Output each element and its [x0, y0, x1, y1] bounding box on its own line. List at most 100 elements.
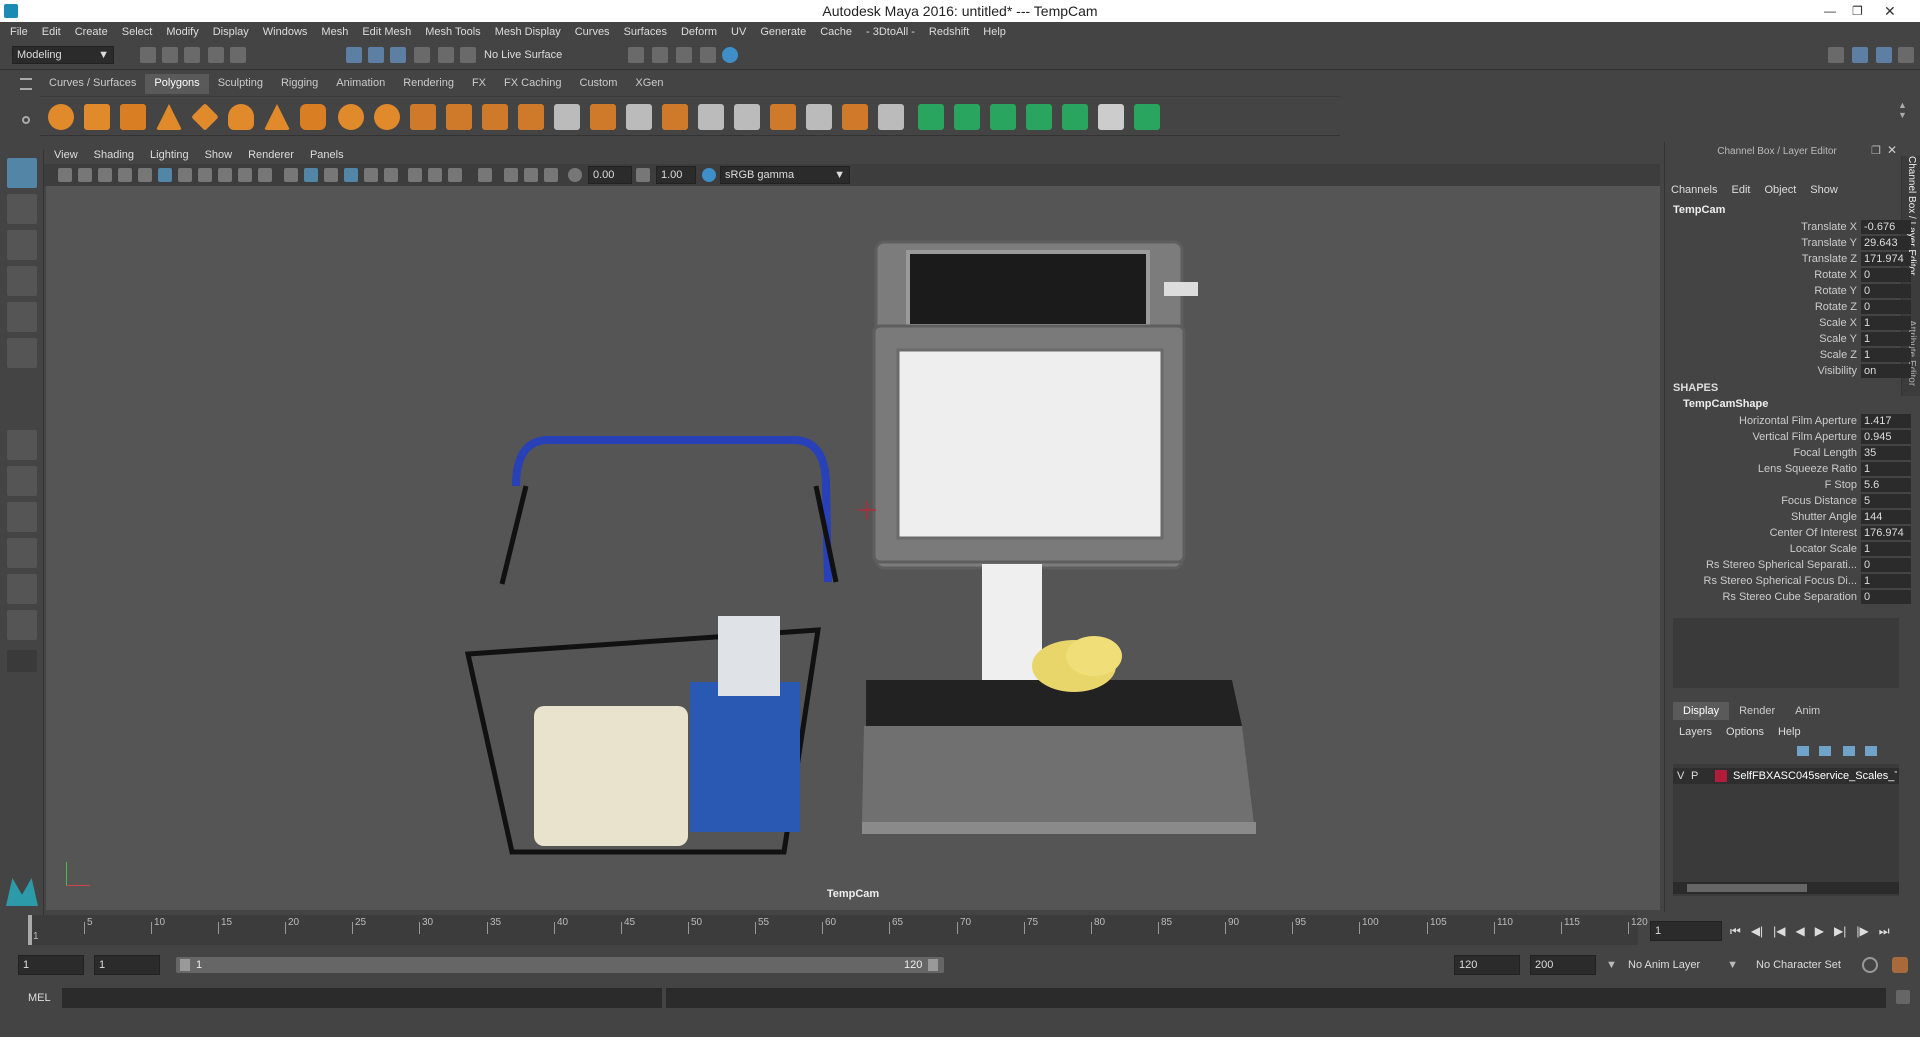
play-forwards-icon[interactable]: ▶ — [1815, 924, 1824, 939]
shelf-settings-icon[interactable] — [22, 116, 30, 124]
animation-end-field[interactable]: 200 — [1530, 955, 1596, 975]
save-scene-icon[interactable] — [184, 47, 200, 63]
attr-value-horizontal-film-aperture[interactable]: 1.417 — [1861, 414, 1911, 428]
move-tool-icon[interactable] — [7, 266, 37, 296]
layer-menu-help[interactable]: Help — [1778, 726, 1801, 738]
attr-value-scale-z[interactable]: 1 — [1861, 348, 1911, 362]
current-frame-field[interactable]: 1 — [1650, 921, 1722, 941]
menu-file[interactable]: File — [10, 26, 28, 38]
poly-cube-icon[interactable] — [84, 104, 110, 130]
range-slider[interactable]: 1 120 — [176, 957, 944, 973]
lasso-tool-icon[interactable] — [7, 194, 37, 224]
menu-curves[interactable]: Curves — [575, 26, 610, 38]
snap-grid-icon[interactable] — [414, 47, 430, 63]
uv-layout-icon[interactable] — [954, 104, 980, 130]
character-set-dropdown[interactable]: No Character Set — [1752, 955, 1880, 975]
persp-outliner-layout-icon[interactable] — [7, 502, 37, 532]
layer-color-swatch[interactable] — [1715, 770, 1727, 782]
motion-blur-icon[interactable] — [428, 168, 442, 182]
vp-menu-lighting[interactable]: Lighting — [150, 149, 189, 161]
smooth-shade-icon[interactable] — [304, 168, 318, 182]
anti-aliasing-icon[interactable] — [448, 168, 462, 182]
menu-mesh[interactable]: Mesh — [321, 26, 348, 38]
persp-hypershade-layout-icon[interactable] — [7, 574, 37, 604]
gamma-field[interactable]: 1.00 — [656, 166, 696, 184]
merge-icon[interactable] — [662, 104, 688, 130]
exposure-icon[interactable] — [568, 168, 582, 182]
textured-icon[interactable] — [344, 168, 358, 182]
mode-dropdown[interactable]: Modeling ▼ — [12, 46, 114, 64]
tab-custom[interactable]: Custom — [571, 74, 627, 94]
menu-deform[interactable]: Deform — [681, 26, 717, 38]
attribute-editor-toggle-icon[interactable] — [1852, 47, 1868, 63]
layer-menu-options[interactable]: Options — [1726, 726, 1764, 738]
bridge-icon[interactable] — [554, 104, 580, 130]
float-panel-icon[interactable]: ❐ — [1871, 144, 1881, 157]
attr-value-shutter-angle[interactable]: 144 — [1861, 510, 1911, 524]
uv-move-sew-icon[interactable] — [1062, 104, 1088, 130]
shelf-menu-icon[interactable] — [20, 78, 32, 90]
restore-icon[interactable]: ❐ — [1852, 0, 1863, 22]
attr-value-rotate-y[interactable]: 0 — [1861, 284, 1911, 298]
cb-menu-channels[interactable]: Channels — [1671, 184, 1717, 196]
chevron-down-icon[interactable]: ▼ — [1606, 959, 1617, 971]
smooth-icon[interactable] — [446, 104, 472, 130]
ambient-occlusion-icon[interactable] — [408, 168, 422, 182]
cb-menu-object[interactable]: Object — [1764, 184, 1796, 196]
go-to-end-icon[interactable]: ⏭ — [1879, 924, 1890, 939]
safe-action-icon[interactable] — [258, 168, 272, 182]
layer-menu-layers[interactable]: Layers — [1679, 726, 1712, 738]
vp-menu-shading[interactable]: Shading — [94, 149, 134, 161]
multi-cut-icon[interactable] — [626, 104, 652, 130]
select-by-hierarchy-icon[interactable] — [346, 47, 362, 63]
attr-value-visibility[interactable]: on — [1861, 364, 1911, 378]
menu-modify[interactable]: Modify — [166, 26, 198, 38]
menu-display[interactable]: Display — [213, 26, 249, 38]
vp-menu-panels[interactable]: Panels — [310, 149, 344, 161]
playback-end-field[interactable]: 120 — [1454, 955, 1520, 975]
menu-mesh-tools[interactable]: Mesh Tools — [425, 26, 480, 38]
bookmark-icon[interactable] — [98, 168, 112, 182]
step-back-key-icon[interactable]: ◀| — [1751, 924, 1763, 939]
auto-key-icon[interactable] — [1862, 957, 1878, 973]
minimize-icon[interactable]: — — [1824, 0, 1836, 22]
uv-checker-icon[interactable] — [1098, 104, 1124, 130]
uv-cut-icon[interactable] — [990, 104, 1016, 130]
select-by-object-icon[interactable] — [368, 47, 384, 63]
tab-fx-caching[interactable]: FX Caching — [495, 74, 570, 94]
paint-select-tool-icon[interactable] — [7, 230, 37, 260]
grid-icon[interactable] — [158, 168, 172, 182]
attr-value-vertical-film-aperture[interactable]: 0.945 — [1861, 430, 1911, 444]
2d-pan-zoom-icon[interactable] — [138, 168, 152, 182]
time-slider[interactable]: 1 5 10 15 20 25 30 35 40 45 50 55 60 65 70 75 80 85 90 95 1… — [0, 915, 1920, 949]
tab-animation[interactable]: Animation — [327, 74, 394, 94]
render-settings-icon[interactable] — [700, 47, 716, 63]
attr-value-rs-stereo-spherical-focus[interactable]: 1 — [1861, 574, 1911, 588]
attr-value-translate-y[interactable]: 29.643 — [1861, 236, 1911, 250]
playback-start-field[interactable]: 1 — [94, 955, 160, 975]
automatic-mapping-icon[interactable] — [842, 104, 868, 130]
command-input[interactable] — [62, 988, 662, 1008]
shadows-icon[interactable] — [384, 168, 398, 182]
menu-generate[interactable]: Generate — [760, 26, 806, 38]
uv-normalize-icon[interactable] — [1134, 104, 1160, 130]
tab-rendering[interactable]: Rendering — [394, 74, 463, 94]
poly-pipe-icon[interactable] — [300, 104, 326, 130]
redo-icon[interactable] — [230, 47, 246, 63]
tab-rigging[interactable]: Rigging — [272, 74, 327, 94]
layer-playback-toggle[interactable]: P — [1691, 770, 1698, 782]
menu-redshift[interactable]: Redshift — [929, 26, 969, 38]
attr-value-rotate-x[interactable]: 0 — [1861, 268, 1911, 282]
wireframe-on-shaded-icon[interactable] — [324, 168, 338, 182]
anim-layer-dropdown[interactable]: No Anim Layer ▼ — [1624, 955, 1738, 975]
vp-menu-view[interactable]: View — [54, 149, 78, 161]
xray-components-icon[interactable] — [544, 168, 558, 182]
hypershade-icon[interactable] — [722, 47, 738, 63]
new-layer-icon[interactable] — [1843, 746, 1855, 756]
attr-value-f-stop[interactable]: 5.6 — [1861, 478, 1911, 492]
attr-value-center-of-interest[interactable]: 176.974 — [1861, 526, 1911, 540]
exposure-field[interactable]: 0.00 — [588, 166, 632, 184]
color-management-icon[interactable] — [702, 168, 716, 182]
step-forward-frame-icon[interactable]: ▶| — [1834, 924, 1846, 939]
menu-3dtoall[interactable]: - 3DtoAll - — [866, 26, 915, 38]
